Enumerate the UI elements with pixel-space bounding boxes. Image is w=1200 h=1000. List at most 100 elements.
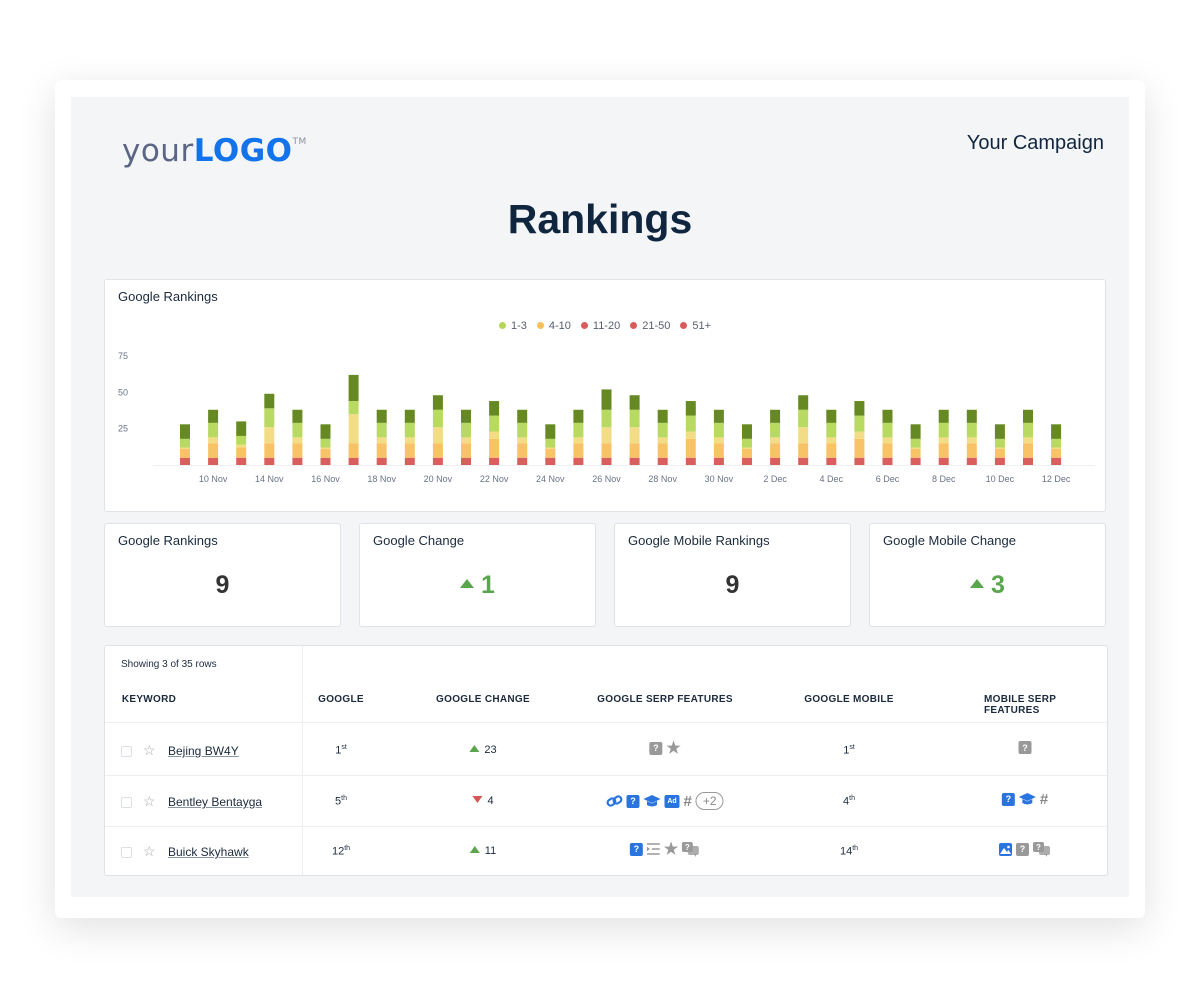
bar-29-segment-0[interactable] [994,457,1005,465]
bar-14-segment-2[interactable] [573,437,584,444]
bar-14-segment-1[interactable] [573,443,584,458]
bar-28-segment-3[interactable] [966,422,977,438]
bar-26-segment-3[interactable] [910,438,921,448]
bar-8-segment-1[interactable] [404,443,415,458]
bar-6-segment-2[interactable] [348,414,359,444]
bar-11-segment-1[interactable] [489,438,500,458]
bar-21-segment-3[interactable] [770,422,781,438]
star-icon[interactable]: ★ [666,740,680,757]
bar-21-segment-1[interactable] [770,443,781,458]
bar-3-segment-4[interactable] [264,393,275,409]
bar-16-segment-1[interactable] [629,443,640,458]
bar-23-segment-3[interactable] [826,422,837,438]
row-checkbox[interactable] [121,797,132,808]
bar-28-segment-4[interactable] [966,409,977,423]
bar-12-segment-0[interactable] [517,457,528,465]
bar-6-segment-4[interactable] [348,374,359,402]
bar-23-segment-1[interactable] [826,443,837,458]
bar-4-segment-2[interactable] [292,437,303,444]
bar-31-segment-1[interactable] [1051,449,1062,458]
bar-2-segment-2[interactable] [236,444,247,448]
bar-5-segment-3[interactable] [320,438,331,448]
bar-24-segment-4[interactable] [854,401,865,416]
bar-7-segment-4[interactable] [376,409,387,423]
bar-4-segment-0[interactable] [292,457,303,465]
image-icon[interactable] [999,842,1012,856]
bar-27-segment-1[interactable] [938,443,949,458]
header-google[interactable]: GOOGLE [318,694,364,705]
bar-15-segment-2[interactable] [601,427,612,444]
bar-31-segment-3[interactable] [1051,438,1062,448]
bar-31-segment-2[interactable] [1051,447,1062,450]
bar-1-segment-3[interactable] [208,422,219,438]
ad-icon[interactable]: Ad [664,794,680,808]
bar-18-segment-2[interactable] [685,431,696,439]
bar-28-segment-1[interactable] [966,443,977,458]
hash-icon[interactable]: # [1040,791,1048,808]
bar-29-segment-2[interactable] [994,447,1005,450]
bar-8-segment-2[interactable] [404,437,415,444]
bar-12-segment-3[interactable] [517,422,528,438]
bar-23-segment-0[interactable] [826,457,837,465]
bar-9-segment-4[interactable] [432,395,443,410]
bar-16-segment-0[interactable] [629,457,640,465]
bar-28-segment-0[interactable] [966,457,977,465]
bar-26-segment-0[interactable] [910,457,921,465]
bar-6-segment-1[interactable] [348,443,359,458]
bar-17-segment-2[interactable] [657,437,668,444]
link-icon[interactable] [606,794,623,808]
header-google-serp-features[interactable]: GOOGLE SERP FEATURES [597,694,733,705]
bar-9-segment-1[interactable] [432,443,443,458]
bar-10-segment-0[interactable] [461,457,471,465]
bar-16-segment-3[interactable] [629,409,640,428]
bar-30-segment-1[interactable] [1023,443,1033,458]
header-mobile-serp-features[interactable]: MOBILE SERP FEATURES [984,694,1066,716]
bar-29-segment-1[interactable] [994,449,1005,458]
bar-24-segment-2[interactable] [854,431,865,439]
bar-18-segment-4[interactable] [685,401,696,416]
bar-29-segment-3[interactable] [994,438,1005,448]
bar-30-segment-2[interactable] [1023,437,1033,444]
bar-15-segment-4[interactable] [601,389,612,410]
favorite-star-icon[interactable]: ☆ [143,843,156,860]
hash-icon[interactable]: # [683,793,691,810]
bar-22-segment-3[interactable] [798,409,809,428]
bar-20-segment-1[interactable] [742,449,752,458]
bar-21-segment-4[interactable] [770,409,781,423]
question-box-icon[interactable]: ? [1018,741,1032,754]
bar-8-segment-3[interactable] [404,422,415,438]
bar-19-segment-1[interactable] [713,443,724,458]
bar-19-segment-0[interactable] [713,457,724,465]
bar-13-segment-4[interactable] [545,424,556,439]
bar-20-segment-2[interactable] [742,447,752,450]
bar-21-segment-0[interactable] [770,457,781,465]
bar-4-segment-4[interactable] [292,409,303,423]
favorite-star-icon[interactable]: ☆ [143,742,156,759]
bar-11-segment-2[interactable] [489,431,500,439]
bar-30-segment-3[interactable] [1023,422,1033,438]
keyword-link[interactable]: Bentley Bentayga [168,795,262,809]
bar-18-segment-3[interactable] [685,415,696,432]
bar-10-segment-4[interactable] [461,409,471,423]
bar-5-segment-2[interactable] [320,447,331,450]
bar-9-segment-0[interactable] [432,457,443,465]
bar-22-segment-2[interactable] [798,427,809,444]
bar-3-segment-3[interactable] [264,408,275,428]
header-google-mobile[interactable]: GOOGLE MOBILE [804,694,893,705]
row-checkbox[interactable] [121,746,132,757]
bar-25-segment-3[interactable] [882,422,893,438]
star-icon[interactable]: ★ [664,841,678,858]
question-box-icon[interactable]: ? [629,842,643,856]
bar-24-segment-0[interactable] [854,457,865,465]
bar-1-segment-1[interactable] [208,443,219,458]
bar-1-segment-4[interactable] [208,409,219,423]
bar-23-segment-2[interactable] [826,437,837,444]
bar-15-segment-1[interactable] [601,443,612,458]
header-keyword[interactable]: KEYWORD [122,694,176,705]
list-icon[interactable] [646,842,660,856]
bar-26-segment-4[interactable] [910,424,921,439]
bar-27-segment-2[interactable] [938,437,949,444]
bar-10-segment-3[interactable] [461,422,471,438]
question-answer-icon[interactable]: ? [682,841,700,857]
bar-7-segment-1[interactable] [376,443,387,458]
